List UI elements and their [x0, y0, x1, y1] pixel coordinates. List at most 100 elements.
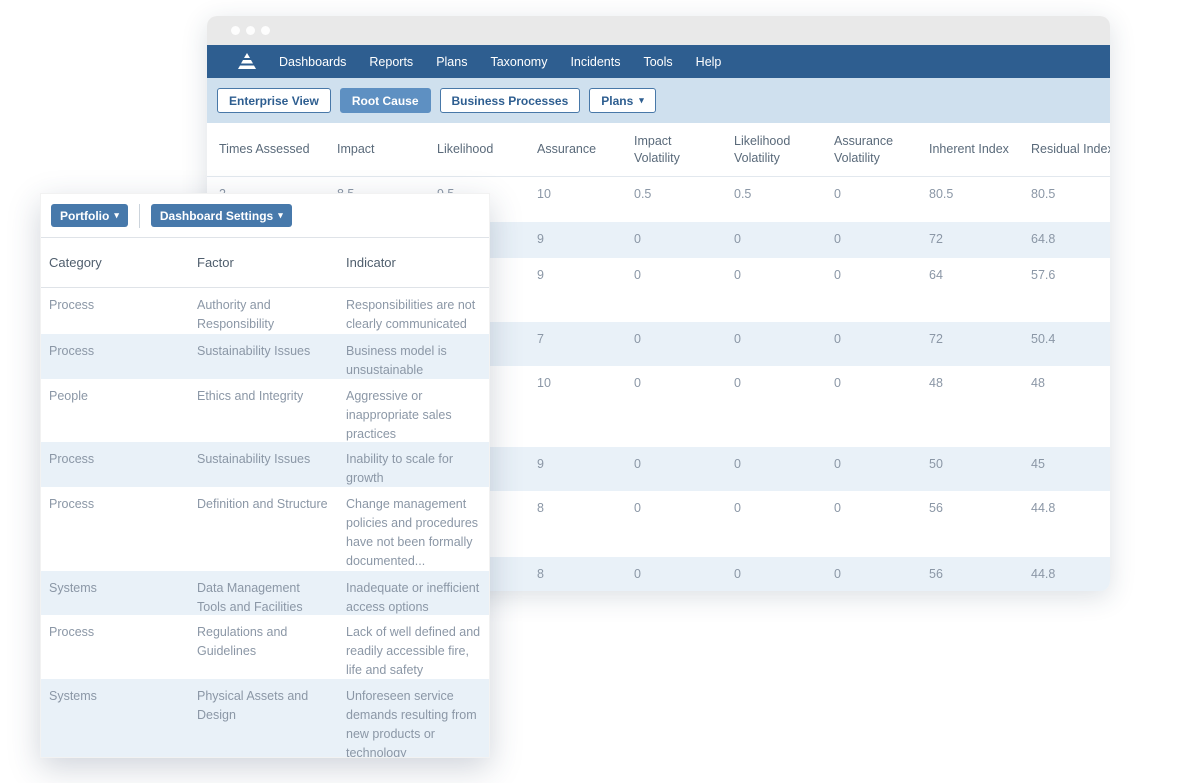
nav-item-help[interactable]: Help [696, 55, 722, 69]
window-titlebar [207, 16, 1110, 45]
cell-factor: Sustainability Issues [189, 334, 338, 379]
column-header-residual-index: Residual Index [1019, 141, 1110, 158]
root-cause-detail-panel: Portfolio ▾ Dashboard Settings ▾ Categor… [40, 193, 490, 758]
column-header-indicator: Indicator [338, 255, 489, 270]
plans-dropdown-button[interactable]: Plans ▾ [589, 88, 656, 113]
table-row[interactable]: Systems Data Management Tools and Facili… [41, 571, 489, 615]
column-header-times-assessed: Times Assessed [207, 141, 325, 158]
cell-indicator: Inadequate or inefficient access options [338, 571, 489, 615]
table-row[interactable]: Process Authority and Responsibility Res… [41, 288, 489, 334]
window-control-dot [261, 26, 270, 35]
table-cell: 0 [622, 447, 722, 491]
table-cell: 10 [525, 366, 622, 447]
column-header-factor: Factor [189, 255, 338, 270]
table-cell: 0 [722, 557, 822, 591]
table-cell: 8 [525, 557, 622, 591]
table-cell: 72 [917, 322, 1019, 366]
cell-factor: Physical Assets and Design [189, 679, 338, 758]
table-cell: 80.5 [1019, 177, 1110, 222]
table-cell: 44.8 [1019, 491, 1110, 557]
table-header-row: Category Factor Indicator [41, 238, 489, 288]
table-cell: 50 [917, 447, 1019, 491]
cell-indicator: Change management policies and procedure… [338, 487, 489, 571]
table-cell: 0 [822, 366, 917, 447]
table-cell: 0 [822, 447, 917, 491]
window-control-dot [231, 26, 240, 35]
column-header-likelihood: Likelihood [425, 141, 525, 158]
cell-category: Process [41, 334, 189, 379]
table-cell: 0 [722, 366, 822, 447]
app-logo-icon [237, 53, 257, 70]
cell-indicator: Lack of well defined and readily accessi… [338, 615, 489, 679]
table-cell: 0 [722, 447, 822, 491]
main-navbar: Dashboards Reports Plans Taxonomy Incide… [207, 45, 1110, 78]
table-row[interactable]: Process Definition and Structure Change … [41, 487, 489, 571]
enterprise-view-button[interactable]: Enterprise View [217, 88, 331, 113]
cell-indicator: Unforeseen service demands resulting fro… [338, 679, 489, 758]
nav-item-dashboards[interactable]: Dashboards [279, 55, 346, 69]
table-row[interactable]: Process Sustainability Issues Inability … [41, 442, 489, 487]
table-cell: 9 [525, 447, 622, 491]
table-row[interactable]: Process Regulations and Guidelines Lack … [41, 615, 489, 679]
cell-factor: Sustainability Issues [189, 442, 338, 487]
table-cell: 0 [622, 322, 722, 366]
business-processes-button[interactable]: Business Processes [440, 88, 581, 113]
table-cell: 56 [917, 491, 1019, 557]
cell-indicator: Inability to scale for growth [338, 442, 489, 487]
table-cell: 0 [822, 491, 917, 557]
table-cell: 0 [822, 258, 917, 322]
table-cell: 0 [722, 222, 822, 258]
cell-category: Systems [41, 571, 189, 615]
table-cell: 0 [622, 222, 722, 258]
table-cell: 48 [1019, 366, 1110, 447]
table-cell: 0 [822, 557, 917, 591]
table-cell: 64.8 [1019, 222, 1110, 258]
table-cell: 0.5 [722, 177, 822, 222]
cell-category: Systems [41, 679, 189, 758]
cell-category: Process [41, 442, 189, 487]
plans-dropdown-label: Plans [601, 94, 633, 108]
caret-down-icon: ▾ [114, 211, 119, 220]
window-control-dot [246, 26, 255, 35]
table-cell: 0 [822, 177, 917, 222]
table-cell: 44.8 [1019, 557, 1110, 591]
portfolio-dropdown-label: Portfolio [60, 209, 109, 223]
table-cell: 9 [525, 222, 622, 258]
cell-indicator: Responsibilities are not clearly communi… [338, 288, 489, 334]
column-header-inherent-index: Inherent Index [917, 141, 1019, 158]
cell-factor: Regulations and Guidelines [189, 615, 338, 679]
table-cell: 64 [917, 258, 1019, 322]
cell-indicator: Aggressive or inappropriate sales practi… [338, 379, 489, 442]
table-header-row: Times Assessed Impact Likelihood Assuran… [207, 123, 1110, 177]
table-cell: 45 [1019, 447, 1110, 491]
column-header-assurance: Assurance [525, 141, 622, 158]
portfolio-dropdown-button[interactable]: Portfolio ▾ [51, 204, 128, 227]
table-row[interactable]: People Ethics and Integrity Aggressive o… [41, 379, 489, 442]
table-cell: 0 [722, 322, 822, 366]
nav-item-reports[interactable]: Reports [369, 55, 413, 69]
cell-factor: Ethics and Integrity [189, 379, 338, 442]
column-header-likelihood-volatility: Likelihood Volatility [722, 133, 822, 167]
cell-factor: Authority and Responsibility [189, 288, 338, 334]
cell-category: Process [41, 288, 189, 334]
table-cell: 9 [525, 258, 622, 322]
cell-category: Process [41, 615, 189, 679]
nav-item-incidents[interactable]: Incidents [570, 55, 620, 69]
nav-item-taxonomy[interactable]: Taxonomy [490, 55, 547, 69]
table-cell: 0 [822, 322, 917, 366]
table-cell: 57.6 [1019, 258, 1110, 322]
table-cell: 0 [622, 258, 722, 322]
root-cause-button[interactable]: Root Cause [340, 88, 431, 113]
table-row[interactable]: Process Sustainability Issues Business m… [41, 334, 489, 379]
table-cell: 0 [622, 491, 722, 557]
toolbar-divider [139, 204, 140, 228]
view-toolbar: Enterprise View Root Cause Business Proc… [207, 78, 1110, 123]
nav-item-tools[interactable]: Tools [643, 55, 672, 69]
cell-category: Process [41, 487, 189, 571]
dashboard-settings-label: Dashboard Settings [160, 209, 273, 223]
column-header-impact-volatility: Impact Volatility [622, 133, 722, 167]
table-row[interactable]: Systems Physical Assets and Design Unfor… [41, 679, 489, 758]
dashboard-settings-dropdown-button[interactable]: Dashboard Settings ▾ [151, 204, 292, 227]
nav-item-plans[interactable]: Plans [436, 55, 467, 69]
column-header-category: Category [41, 255, 189, 270]
